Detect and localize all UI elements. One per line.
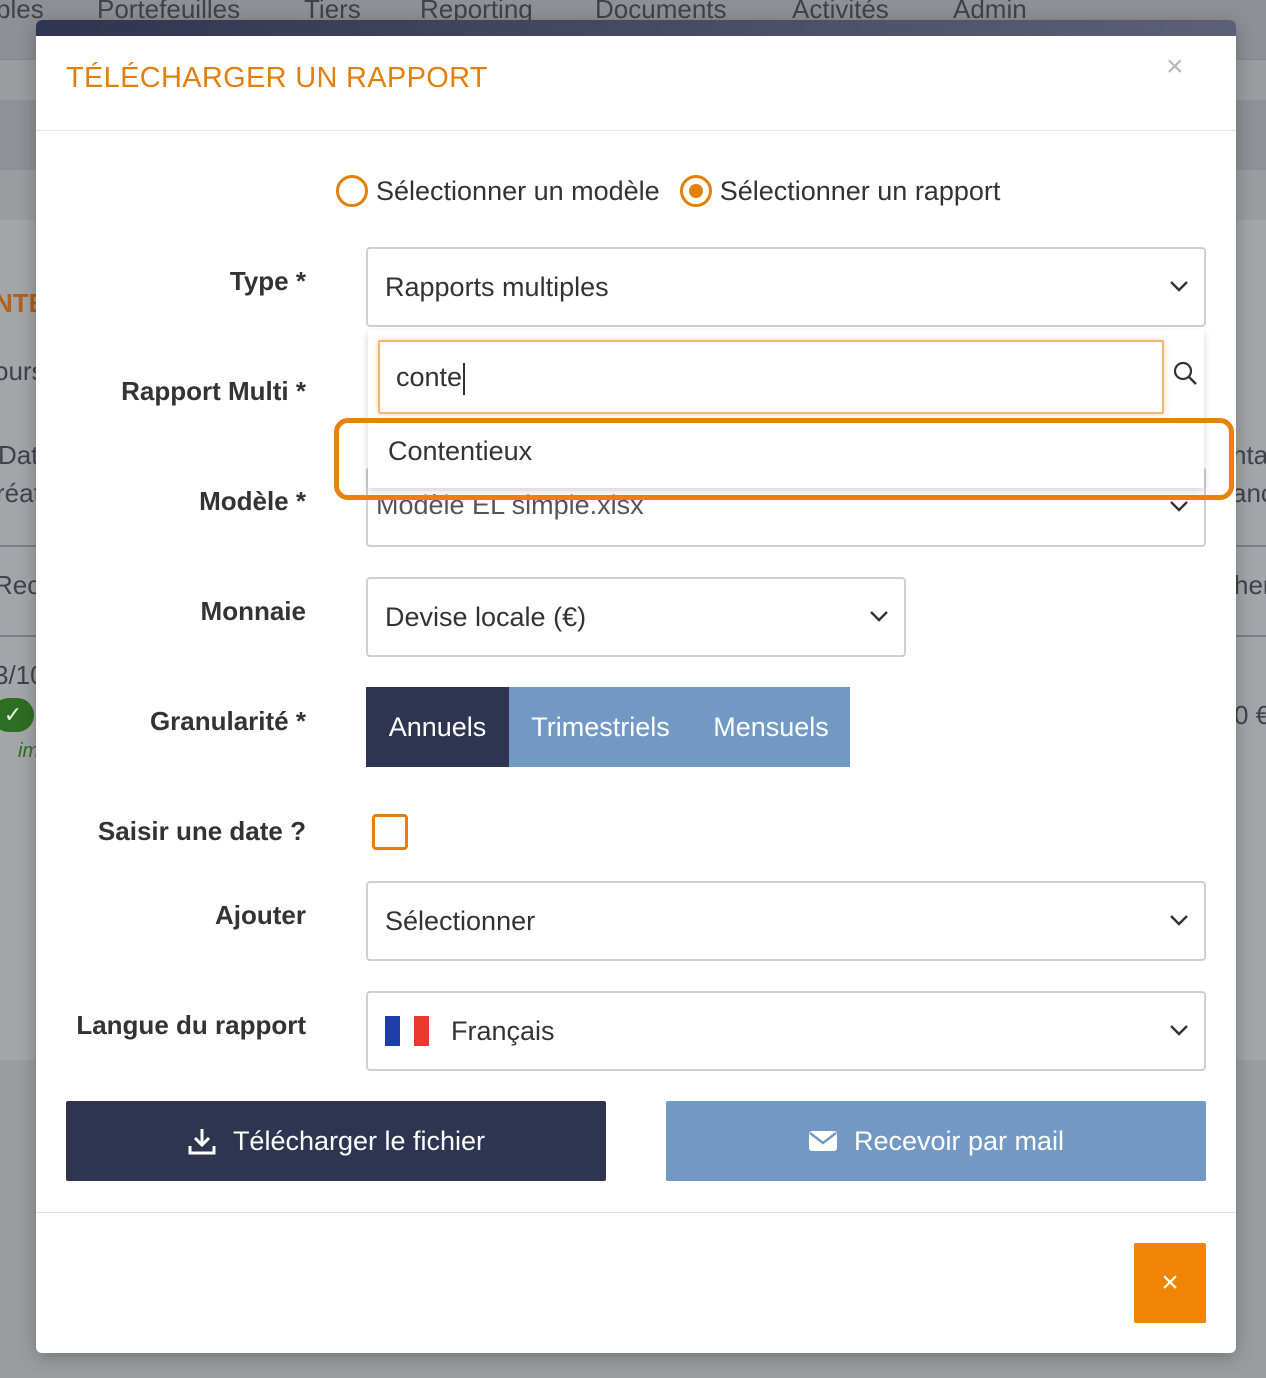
bg-fragment: réat [0, 478, 41, 508]
receive-by-mail-button[interactable]: Recevoir par mail [666, 1101, 1206, 1181]
download-report-modal: TÉLÉCHARGER UN RAPPORT × Sélectionner un… [36, 20, 1236, 1353]
saisir-date-checkbox[interactable] [372, 814, 408, 850]
chevron-down-icon [1170, 915, 1188, 926]
bg-divider [1236, 635, 1266, 637]
header-divider [36, 130, 1236, 131]
bg-divider [0, 635, 40, 637]
france-flag-icon [385, 1016, 430, 1046]
type-select-value: Rapports multiples [385, 271, 609, 302]
langue-label: Langue du rapport [76, 1010, 306, 1040]
radio-select-model[interactable] [336, 175, 368, 207]
bg-fragment: Dat [0, 440, 39, 470]
envelope-icon [808, 1131, 837, 1151]
search-icon [1173, 361, 1197, 385]
download-file-button[interactable]: Télécharger le fichier [66, 1101, 606, 1181]
radio-select-model-label[interactable]: Sélectionner un modèle [376, 176, 660, 207]
granularite-option-annuels[interactable]: Annuels [366, 687, 509, 767]
modele-label: Modèle * [199, 486, 306, 516]
highlight-annotation [334, 418, 1234, 500]
monnaie-label: Monnaie [200, 596, 306, 626]
granularite-option-trimestriels[interactable]: Trimestriels [509, 687, 692, 767]
saisir-date-label: Saisir une date ? [97, 816, 306, 846]
footer-divider [36, 1212, 1236, 1213]
ajouter-select-value: Sélectionner [385, 905, 536, 936]
download-file-label: Télécharger le fichier [232, 1125, 486, 1156]
chevron-down-icon [1170, 281, 1188, 292]
monnaie-select[interactable]: Devise locale (€) [366, 577, 906, 657]
bg-fragment: 0 € [1234, 700, 1266, 730]
rapport-multi-label: Rapport Multi * [121, 376, 306, 406]
rapport-multi-search-input[interactable]: conte [378, 340, 1164, 414]
ajouter-select[interactable]: Sélectionner [366, 881, 1206, 961]
granularite-label: Granularité * [149, 706, 306, 736]
modal-top-bar [36, 20, 1236, 36]
monnaie-select-value: Devise locale (€) [385, 601, 587, 632]
granularite-toggle: Annuels Trimestriels Mensuels [366, 687, 850, 767]
cancel-button[interactable]: × [1134, 1243, 1206, 1323]
modal-title: TÉLÉCHARGER UN RAPPORT [66, 62, 488, 94]
radio-select-report-label[interactable]: Sélectionner un rapport [720, 176, 1001, 207]
bg-fragment: nta [1232, 440, 1266, 470]
receive-by-mail-label: Recevoir par mail [853, 1125, 1065, 1156]
download-icon [188, 1129, 216, 1155]
radio-select-report[interactable] [679, 175, 712, 207]
close-icon[interactable]: × [1166, 50, 1184, 84]
bg-check-icon: ✓ [0, 698, 34, 732]
bg-fragment: anc [1232, 478, 1266, 508]
type-label: Type * [229, 266, 306, 296]
chevron-down-icon [870, 611, 888, 622]
langue-select[interactable]: Français [366, 991, 1206, 1071]
chevron-down-icon [1170, 1025, 1188, 1036]
ajouter-label: Ajouter [215, 900, 306, 930]
bg-divider [0, 545, 40, 547]
text-caret [463, 362, 466, 395]
bg-fragment: her [1234, 570, 1266, 600]
mode-radio-group: Sélectionner un modèle Sélectionner un r… [336, 175, 1020, 207]
type-select[interactable]: Rapports multiples [366, 247, 1206, 327]
langue-select-value: Français [451, 1015, 555, 1046]
search-input-value: conte [396, 362, 463, 392]
bg-divider [1236, 545, 1266, 547]
granularite-option-mensuels[interactable]: Mensuels [692, 687, 850, 767]
